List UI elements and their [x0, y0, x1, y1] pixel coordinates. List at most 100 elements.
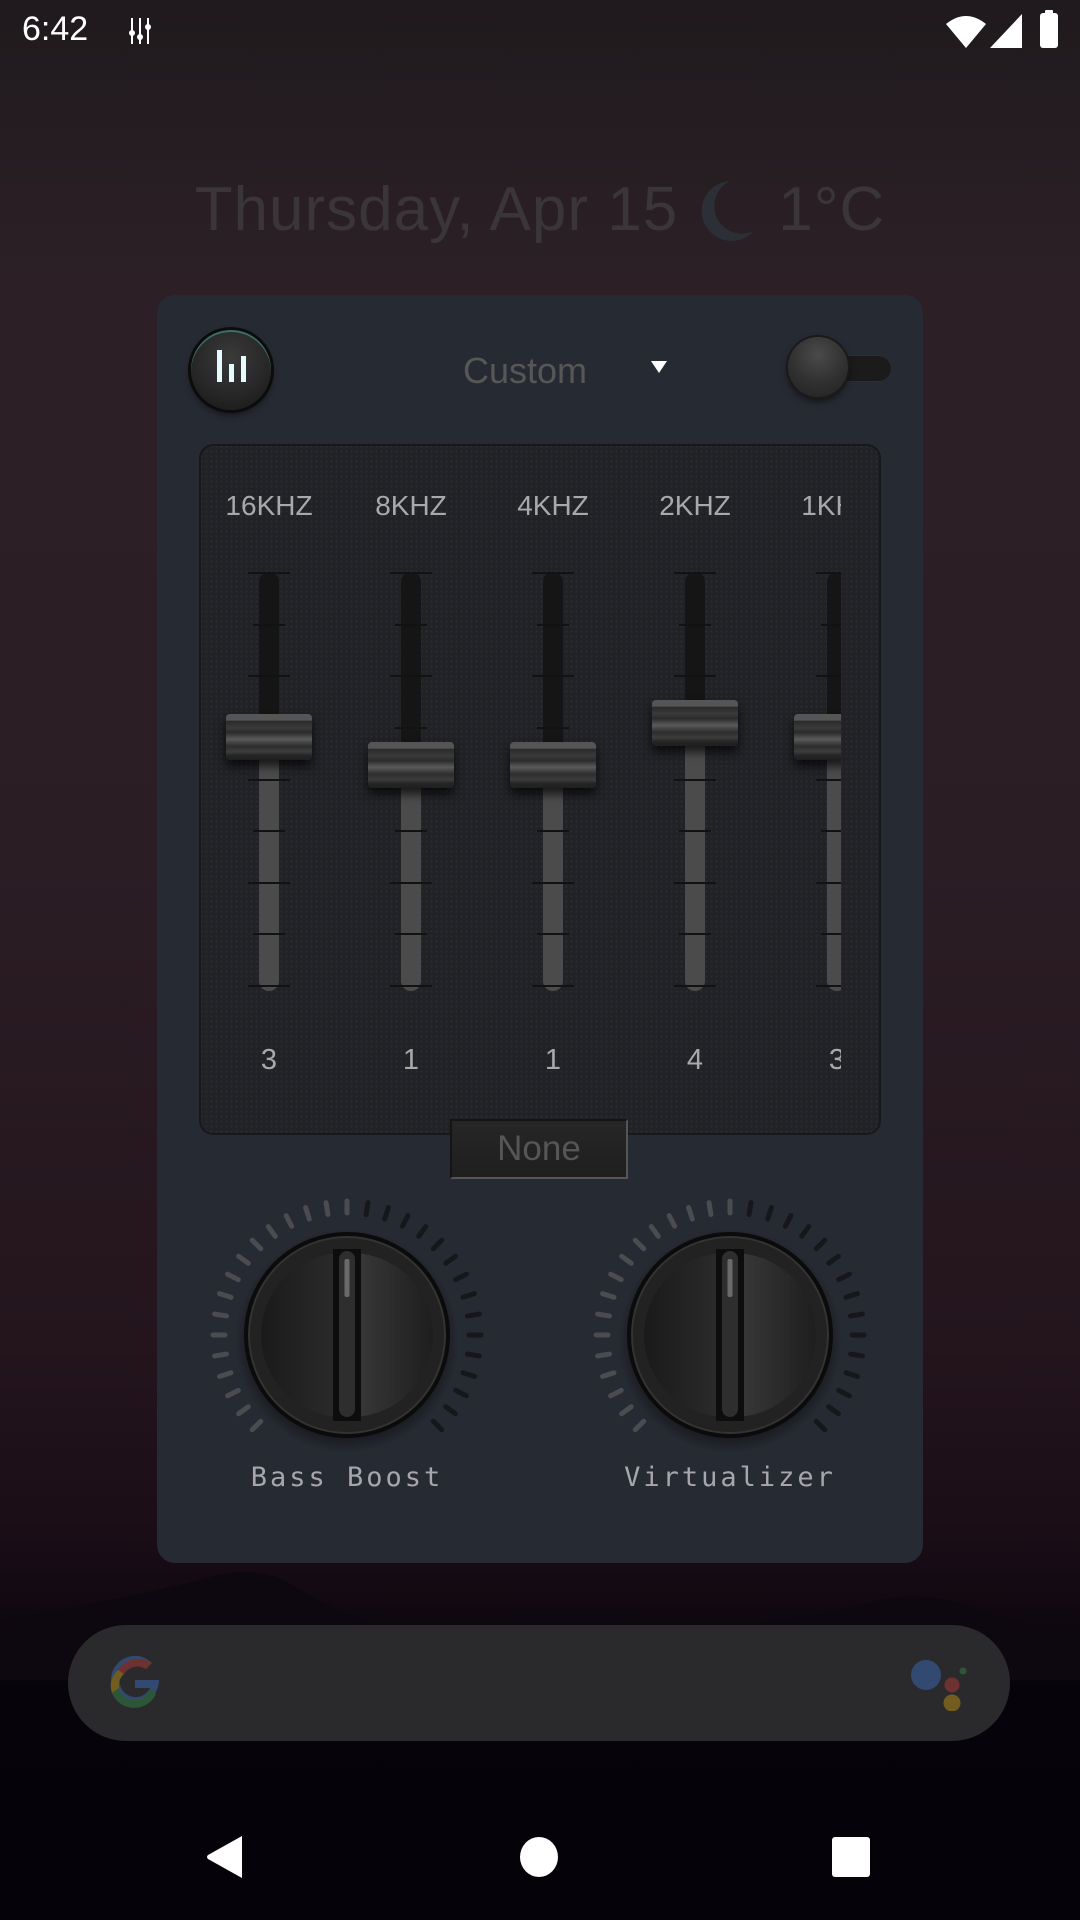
- knob-tick: [600, 1291, 617, 1300]
- eq-slider-track-upper[interactable]: [401, 572, 421, 765]
- eq-band: 4KHZ 1: [482, 444, 624, 1135]
- knob-tick: [430, 1237, 445, 1252]
- nav-recents-button[interactable]: [832, 1837, 870, 1877]
- virtualizer-knob[interactable]: [590, 1195, 870, 1475]
- eq-band: 8KHZ 1: [340, 444, 482, 1135]
- knob-tick: [619, 1404, 634, 1417]
- eq-slider-track-lower[interactable]: [259, 737, 279, 991]
- eq-slider-tick: [532, 881, 574, 884]
- eq-band-value: 1: [402, 1044, 420, 1076]
- preset-dropdown[interactable]: Custom: [460, 350, 590, 392]
- eq-slider-track-upper[interactable]: [543, 572, 563, 765]
- bass-boost-label: Bass Boost: [250, 1462, 444, 1493]
- equalizer-icon: [129, 18, 151, 44]
- eq-slider-tick: [679, 830, 711, 833]
- knob-tick: [363, 1200, 371, 1218]
- nav-back-button[interactable]: [206, 1836, 242, 1878]
- knob-tick: [847, 1351, 865, 1359]
- knob-tick: [686, 1205, 695, 1222]
- knob-tick: [632, 1237, 647, 1252]
- knob-tick: [323, 1200, 331, 1218]
- knob-tick: [595, 1351, 613, 1359]
- knob-tick: [706, 1200, 714, 1218]
- eq-slider-tick: [537, 830, 569, 833]
- nav-home-button[interactable]: [520, 1837, 558, 1877]
- eq-slider-tick: [537, 623, 569, 626]
- eq-slider-tick: [390, 881, 432, 884]
- eq-slider-tick: [395, 830, 427, 833]
- knob-tick: [225, 1271, 241, 1283]
- eq-slider-thumb[interactable]: [226, 714, 312, 761]
- eq-slider-tick: [674, 675, 716, 678]
- knob-tick: [619, 1253, 634, 1266]
- knob-tick: [813, 1237, 828, 1252]
- eq-slider-tick: [674, 985, 716, 987]
- eq-slider-tick: [390, 675, 432, 678]
- reverb-preset-button[interactable]: None: [450, 1119, 628, 1179]
- eq-slider-track-upper[interactable]: [827, 572, 841, 738]
- knob-tick: [217, 1291, 234, 1300]
- knob-tick: [249, 1418, 264, 1433]
- eq-slider-tick: [395, 623, 427, 626]
- eq-slider-tick: [390, 572, 432, 574]
- eq-slider-tick: [821, 623, 841, 626]
- wifi-icon: [946, 16, 986, 48]
- eq-bands-scroll[interactable]: 16KHZ 3 8KHZ 1 4KHZ 1 2KHZ 4 1KHZ 3: [199, 444, 841, 1135]
- virtualizer-label: Virtualizer: [624, 1462, 836, 1493]
- eq-bands-panel[interactable]: 16KHZ 3 8KHZ 1 4KHZ 1 2KHZ 4 1KHZ 3: [199, 444, 881, 1135]
- knob-tick: [212, 1351, 230, 1359]
- google-search-bar[interactable]: [68, 1625, 1010, 1741]
- knob-tick: [217, 1370, 234, 1379]
- moon-icon: [701, 180, 755, 241]
- eq-band-label: 1KHZ: [801, 490, 841, 521]
- dropdown-arrow-icon[interactable]: [651, 361, 667, 373]
- knob-tick: [464, 1311, 482, 1319]
- knob-tick: [826, 1253, 841, 1266]
- eq-slider-thumb[interactable]: [368, 741, 454, 788]
- knob-tick: [608, 1387, 624, 1399]
- eq-band-label: 2KHZ: [659, 490, 731, 521]
- knob-tick: [608, 1271, 624, 1283]
- eq-slider-tick: [532, 985, 574, 987]
- knob-tick: [236, 1404, 251, 1417]
- knob-tick: [782, 1213, 794, 1229]
- eq-slider-tick: [532, 572, 574, 574]
- knob-tick: [765, 1205, 774, 1222]
- google-g-icon[interactable]: [103, 1650, 167, 1714]
- eq-slider-tick: [821, 933, 841, 936]
- eq-slider-tick: [248, 778, 290, 781]
- eq-slider-track-lower[interactable]: [685, 723, 705, 991]
- knob-tick: [826, 1404, 841, 1417]
- eq-slider-tick: [532, 675, 574, 678]
- eq-slider-tick: [674, 572, 716, 574]
- equalizer-enable-toggle[interactable]: [788, 337, 848, 397]
- knob-tick: [283, 1213, 295, 1229]
- eq-slider-tick: [679, 933, 711, 936]
- eq-slider-thumb[interactable]: [652, 700, 738, 747]
- eq-band-value: 4: [686, 1044, 704, 1076]
- eq-slider-track-lower[interactable]: [543, 764, 563, 991]
- bass-boost-knob[interactable]: [207, 1195, 487, 1475]
- knob-tick: [836, 1387, 852, 1399]
- equalizer-app-button[interactable]: [191, 330, 271, 410]
- date-weather-widget[interactable]: Thursday, Apr 15 1°C: [0, 174, 1080, 245]
- status-time: 6:42: [22, 10, 89, 48]
- eq-slider-tick: [821, 830, 841, 833]
- eq-slider-tick: [816, 881, 841, 884]
- knob-tick: [236, 1253, 251, 1266]
- equalizer-bars-icon: [217, 350, 247, 382]
- knob-tick: [430, 1418, 445, 1433]
- eq-band-value: 3: [260, 1044, 278, 1076]
- eq-slider-tick: [816, 985, 841, 987]
- knob-tick: [399, 1213, 411, 1229]
- google-assistant-icon[interactable]: [910, 1655, 974, 1711]
- eq-slider-track-lower[interactable]: [827, 737, 841, 991]
- eq-slider-track-lower[interactable]: [401, 764, 421, 991]
- knob-tick: [847, 1311, 865, 1319]
- eq-slider-track-upper[interactable]: [259, 572, 279, 738]
- eq-band: 16KHZ 3: [199, 444, 340, 1135]
- eq-slider-thumb[interactable]: [794, 714, 841, 761]
- eq-slider-tick: [395, 933, 427, 936]
- knob-graphic: [210, 1198, 484, 1453]
- eq-slider-thumb[interactable]: [510, 741, 596, 788]
